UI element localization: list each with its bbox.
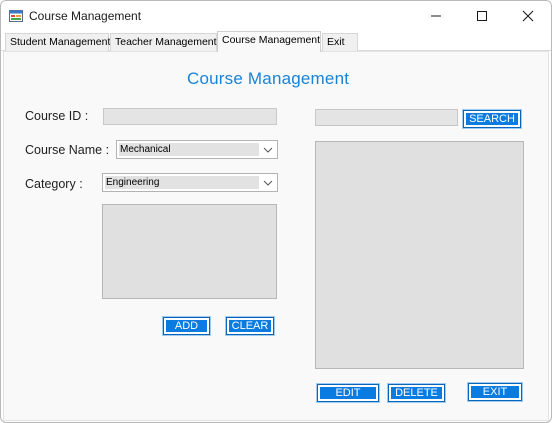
chevron-down-icon [263, 147, 273, 153]
title-bar: Course Management [1, 1, 551, 31]
tab-exit[interactable]: Exit [322, 33, 358, 51]
course-id-label: Course ID : [25, 109, 89, 123]
tab-course-management[interactable]: Course Management [217, 31, 321, 52]
window-title: Course Management [29, 9, 142, 23]
page-title: Course Management [187, 69, 350, 88]
course-name-label: Course Name : [25, 143, 110, 157]
clear-button[interactable]: CLEAR [225, 316, 275, 336]
search-input[interactable] [315, 109, 458, 126]
search-button[interactable]: SEARCH [462, 109, 522, 129]
close-button[interactable] [505, 1, 551, 31]
minimize-icon [431, 15, 441, 17]
category-select[interactable]: Engineering [102, 173, 278, 192]
course-description-box[interactable] [102, 204, 277, 299]
edit-button[interactable]: EDIT [316, 383, 380, 403]
category-label: Category : [25, 177, 83, 191]
add-button[interactable]: ADD [162, 316, 211, 336]
app-form-icon [9, 10, 23, 22]
category-value: Engineering [105, 176, 259, 189]
exit-button[interactable]: EXIT [467, 382, 523, 402]
maximize-button[interactable] [459, 1, 505, 31]
course-id-input[interactable] [103, 108, 277, 125]
tab-strip: Student Management Teacher Management Co… [1, 31, 551, 52]
course-name-select[interactable]: Mechanical [116, 140, 278, 159]
maximize-icon [477, 11, 487, 21]
close-icon [522, 10, 534, 22]
course-name-value: Mechanical [119, 143, 259, 156]
course-data-grid[interactable] [315, 141, 524, 369]
course-management-window: Course Management Student Management Tea… [0, 0, 552, 423]
minimize-button[interactable] [413, 1, 459, 31]
delete-button[interactable]: DELETE [387, 383, 446, 403]
tab-teacher-management[interactable]: Teacher Management [110, 33, 217, 51]
tab-student-management[interactable]: Student Management [5, 33, 110, 51]
chevron-down-icon [263, 180, 273, 186]
